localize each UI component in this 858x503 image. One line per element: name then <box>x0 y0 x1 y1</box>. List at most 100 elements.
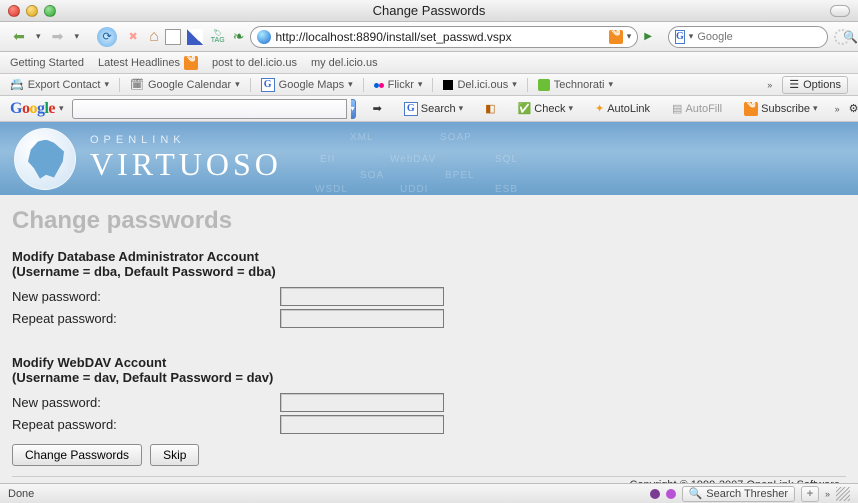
bookmark-technorati[interactable]: Technorati ▾ <box>538 79 613 91</box>
bookmark-my-delicious[interactable]: my del.icio.us <box>311 57 378 69</box>
technorati-label: Technorati <box>554 79 605 91</box>
resize-grip-icon[interactable] <box>836 487 850 501</box>
status-bar: Done 🔍 Search Thresher + » <box>0 483 858 503</box>
url-bar[interactable]: http://localhost:8890/install/set_passwd… <box>250 26 638 48</box>
tag-icon[interactable]: 🏷TAG <box>209 29 227 45</box>
google-toolbar-check-button[interactable]: ✅ Check ▾ <box>513 99 578 119</box>
gt-autolink-label: AutoLink <box>607 103 650 115</box>
google-toolbar-search-button[interactable]: G Search ▾ <box>399 99 468 119</box>
bookmarks-bar-2: 📇 Export Contact ▾ 🗓 Google Calendar ▾ G… <box>0 74 858 96</box>
window-titlebar: Change Passwords <box>0 0 858 22</box>
site-identity-icon[interactable] <box>257 30 271 44</box>
divider <box>363 78 364 92</box>
bookmark-latest-headlines[interactable]: Latest Headlines༄ <box>98 56 198 70</box>
dav-repeat-password-input[interactable] <box>280 415 444 434</box>
reload-button[interactable]: ⟳ <box>97 27 117 47</box>
copyright-text: Copyright © 1999-2007 OpenLink Software <box>12 476 846 483</box>
delicious-label: Del.ici.ous <box>457 79 508 91</box>
bookmark-google-calendar[interactable]: 🗓 Google Calendar ▾ <box>130 78 240 91</box>
status-indicator-icon-2[interactable] <box>666 489 676 499</box>
dba-section-title: Modify Database Administrator Account <box>12 249 846 264</box>
rss-icon[interactable]: ༄ <box>609 30 623 44</box>
back-history-dropdown[interactable]: ▾ <box>36 31 41 42</box>
delicious-icon <box>443 80 453 90</box>
close-window-button[interactable] <box>8 5 20 17</box>
stop-button[interactable]: ✖ <box>123 27 143 47</box>
google-toolbar-overflow[interactable]: » <box>835 104 840 114</box>
google-toolbar-settings-icon[interactable]: ⚙ <box>844 99 858 119</box>
page-title: Change passwords <box>12 207 846 235</box>
google-maps-label: Google Maps <box>279 79 344 91</box>
gt-search-label: Search <box>421 103 456 115</box>
home-button[interactable]: ⌂ <box>149 28 159 46</box>
search-thresher-label: Search Thresher <box>706 488 788 500</box>
skip-button[interactable]: Skip <box>150 444 199 466</box>
dav-repeat-password-label: Repeat password: <box>12 417 280 432</box>
google-logo[interactable]: Google <box>10 100 55 118</box>
flickr-label: Flickr <box>388 79 414 91</box>
google-toolbar-search-dropdown[interactable]: ▾ <box>351 99 356 119</box>
bookmark-getting-started[interactable]: Getting Started <box>10 57 84 69</box>
url-dropdown[interactable]: ▾ <box>627 31 632 42</box>
page-content: Change passwords Modify Database Adminis… <box>0 195 858 483</box>
google-g-icon: G <box>261 78 275 92</box>
forward-history-dropdown[interactable]: ▾ <box>75 31 80 42</box>
dba-section-subtitle: (Username = dba, Default Password = dba) <box>12 264 846 279</box>
minimize-window-button[interactable] <box>26 5 38 17</box>
google-toolbar-go[interactable]: ➡ <box>368 99 387 119</box>
google-toolbar-autolink-button[interactable]: ✦ AutoLink <box>590 99 655 119</box>
google-toolbar-pagerank[interactable]: ◧ <box>480 99 500 119</box>
dba-repeat-password-label: Repeat password: <box>12 311 280 326</box>
gt-autofill-label: AutoFill <box>685 103 722 115</box>
google-calendar-label: Google Calendar <box>148 79 231 91</box>
change-passwords-button[interactable]: Change Passwords <box>12 444 142 466</box>
bookmark-square-icon[interactable] <box>165 29 181 45</box>
leaf-icon[interactable]: ❧ <box>233 28 245 45</box>
search-engine-dropdown[interactable]: ▾ <box>689 31 694 42</box>
bookmark-flickr[interactable]: Flickr ▾ <box>374 79 423 91</box>
window-title: Change Passwords <box>0 3 858 18</box>
search-thresher-button[interactable]: 🔍 Search Thresher <box>682 486 795 502</box>
divider <box>250 78 251 92</box>
google-toolbar: Google ▾ ▾ ➡ G Search ▾ ◧ ✅ Check ▾ ✦ Au… <box>0 96 858 122</box>
gt-check-label: Check <box>534 103 565 115</box>
dba-repeat-password-input[interactable] <box>280 309 444 328</box>
brand-virtuoso-label: VIRTUOSO <box>90 146 282 183</box>
bookmark-delicious[interactable]: Del.ici.ous ▾ <box>443 79 516 91</box>
google-toolbar-autofill-button[interactable]: ▤ AutoFill <box>667 99 727 119</box>
bookmark-export-contact[interactable]: 📇 Export Contact ▾ <box>10 78 109 91</box>
google-g-icon: G <box>404 102 418 116</box>
dav-section-subtitle: (Username = dav, Default Password = dav) <box>12 370 846 385</box>
dav-new-password-input[interactable] <box>280 393 444 412</box>
search-engine-icon[interactable]: G <box>675 30 685 44</box>
forward-button[interactable]: ➡ <box>47 26 69 48</box>
toolbar-toggle-button[interactable] <box>830 5 850 17</box>
export-contact-label: Export Contact <box>28 79 101 91</box>
bookmarks-bar-1: Getting Started Latest Headlines༄ post t… <box>0 52 858 74</box>
divider <box>119 78 120 92</box>
status-overflow[interactable]: » <box>825 489 830 499</box>
bookmark-google-maps[interactable]: G Google Maps ▾ <box>261 78 353 92</box>
bookmark-post-delicious[interactable]: post to del.icio.us <box>212 57 297 69</box>
virtuoso-globe-logo <box>14 128 76 190</box>
brand-openlink-label: OPENLINK <box>90 134 282 146</box>
navigation-toolbar: ⬅ ▾ ➡ ▾ ⟳ ✖ ⌂ 🏷TAG ❧ http://localhost:88… <box>0 22 858 52</box>
google-toolbar-search-input[interactable] <box>72 99 347 119</box>
browser-search-input[interactable] <box>697 31 839 43</box>
add-button[interactable]: + <box>801 486 819 502</box>
dba-new-password-input[interactable] <box>280 287 444 306</box>
activity-throbber-icon <box>834 29 850 45</box>
delicious-square-icon[interactable] <box>187 29 203 45</box>
google-toolbar-subscribe-button[interactable]: ༄ Subscribe ▾ <box>739 99 822 119</box>
google-menu-dropdown[interactable]: ▾ <box>59 103 64 114</box>
status-indicator-icon[interactable] <box>650 489 660 499</box>
browser-search-bar[interactable]: G ▾ 🔍 <box>668 26 828 48</box>
rss-icon: ༄ <box>184 56 198 70</box>
go-button[interactable]: ▶ <box>644 31 652 42</box>
url-text: http://localhost:8890/install/set_passwd… <box>275 30 604 44</box>
technorati-icon <box>538 79 550 91</box>
zoom-window-button[interactable] <box>44 5 56 17</box>
overflow-chevron-icon[interactable]: » <box>767 80 772 90</box>
back-button[interactable]: ⬅ <box>8 26 30 48</box>
options-button[interactable]: ☰ Options <box>782 76 848 94</box>
